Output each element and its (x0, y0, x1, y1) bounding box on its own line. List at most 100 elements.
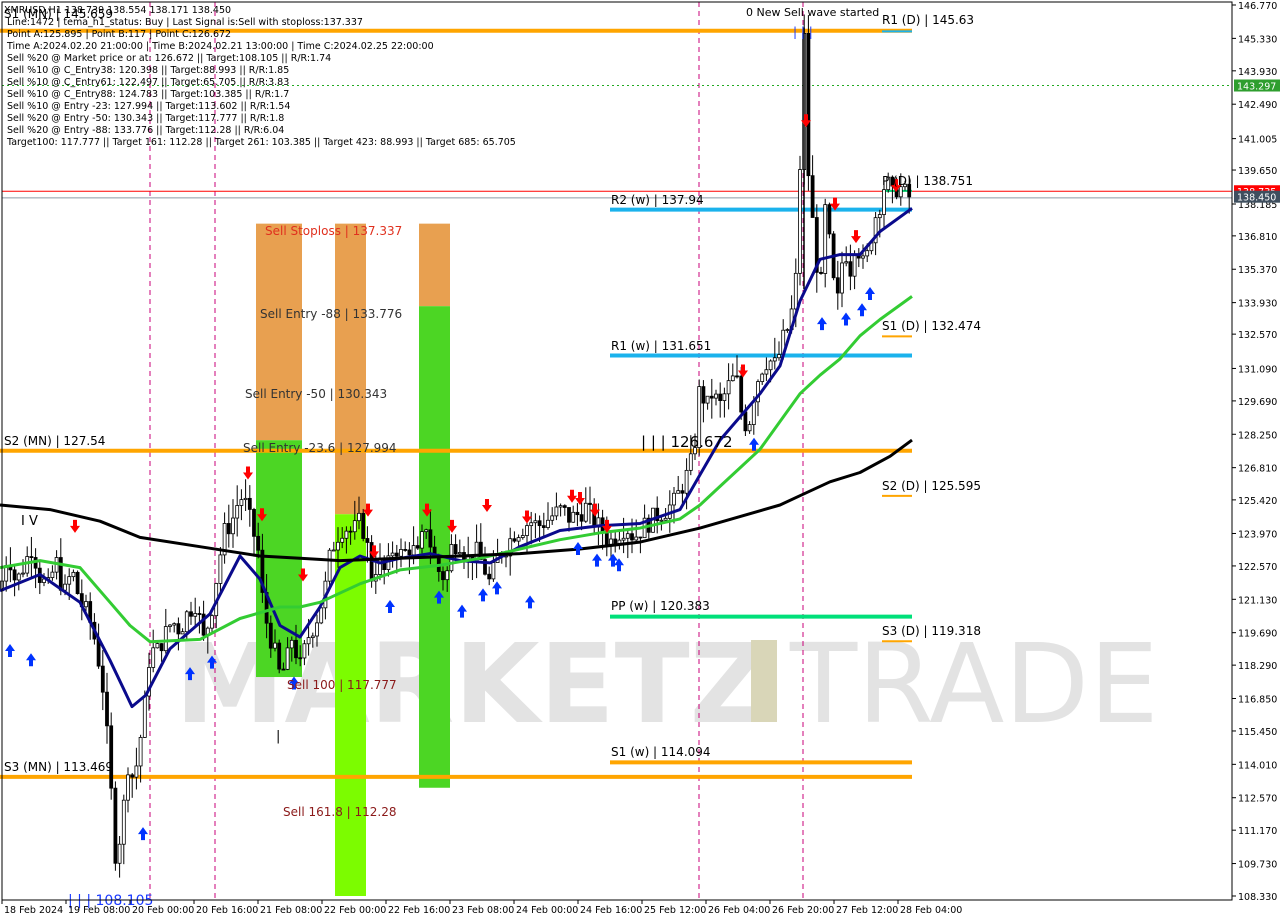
candle-body (638, 536, 643, 539)
candle-body (525, 525, 529, 536)
candle-body (25, 556, 30, 574)
y-tick-label: 109.730 (1238, 860, 1277, 871)
candle-body (407, 549, 412, 556)
candle-body (142, 695, 147, 738)
sell-zone-label: Sell Entry -50 | 130.343 (245, 387, 387, 401)
candle-body (100, 665, 105, 693)
pivot-level-label: R2 (w) | 137.94 (611, 193, 704, 207)
candle-body (768, 360, 773, 371)
pivot-level-label: S3 (MN) | 113.469 (4, 760, 113, 774)
x-tick-label: 25 Feb 12:00 (644, 905, 706, 916)
candle-body (835, 277, 840, 294)
y-tick-label: 126.810 (1238, 464, 1277, 475)
candle-body (701, 386, 706, 404)
candle-body (718, 393, 723, 401)
candle-body (441, 571, 445, 581)
y-tick-label: 108.330 (1238, 892, 1277, 903)
candle-body (180, 631, 185, 635)
candle-body (575, 511, 580, 516)
candle-body (218, 554, 223, 584)
x-tick-label: 19 Feb 08:00 (68, 905, 130, 916)
info-line: Sell %10 @ C_Entry38: 120.398 || Target:… (7, 65, 289, 76)
candle-body (138, 737, 143, 767)
pivot-level-label: S2 (D) | 125.595 (882, 479, 981, 493)
candle-body (159, 643, 164, 652)
candle-body (743, 411, 748, 432)
candle-body (117, 843, 122, 864)
candle-body (533, 520, 538, 524)
candle-body (352, 520, 357, 533)
candle-body (567, 507, 571, 523)
candle-body (562, 505, 567, 508)
candle-body (798, 169, 802, 274)
sell-zone-label: Sell 100 | 117.777 (287, 678, 397, 692)
pivot-level-label: S1 (MN) | 145.659 (4, 7, 113, 21)
target-price-label: 143.297 (1237, 82, 1276, 93)
candle-body (588, 502, 592, 505)
sell-zone-label: Sell Entry -88 | 133.776 (260, 307, 402, 321)
candle-body (487, 573, 492, 580)
candle-body (554, 506, 559, 517)
info-line: Sell %10 @ C_Entry61: 122.497 || Target:… (7, 77, 289, 88)
sell-zone-label: Sell 161.8 | 112.28 (283, 805, 397, 819)
x-tick-label: 27 Feb 12:00 (836, 905, 898, 916)
candle-body (571, 511, 576, 523)
bid-price-label: 138.450 (1237, 193, 1276, 204)
candle-body (844, 261, 849, 264)
candle-body (134, 765, 139, 778)
x-tick-label: 22 Feb 00:00 (324, 905, 386, 916)
candle-body (722, 393, 727, 401)
candle-body (785, 329, 790, 331)
watermark-right: TRADE (789, 620, 1159, 748)
candle-body (340, 537, 345, 543)
candle-body (663, 517, 668, 521)
sell-zone (419, 223, 450, 307)
info-line: Target100: 117.777 || Target 161: 112.28… (6, 137, 516, 148)
candle-body (810, 175, 815, 218)
info-line: Point A:125.895 | Point B:117 | Point C:… (7, 29, 231, 40)
candle-body (151, 647, 156, 668)
y-tick-label: 141.005 (1238, 135, 1277, 146)
candle-body (634, 536, 639, 541)
candle-body (882, 189, 886, 215)
y-tick-label: 115.450 (1238, 727, 1277, 738)
candle-body (285, 647, 290, 670)
candle-body (172, 623, 177, 626)
sell-zone-label: Sell Stoploss | 137.337 (265, 224, 402, 238)
candle-body (155, 643, 160, 649)
candle-body (546, 519, 550, 528)
y-tick-label: 111.170 (1238, 826, 1277, 837)
sell-zone (335, 223, 366, 515)
candle-body (197, 613, 202, 615)
candle-body (659, 519, 664, 522)
chart-container: MARKETZ TRADE XMRUSD,H1 138.739 138.554 1… (0, 0, 1280, 920)
xmrusd-h1-chart: MARKETZ TRADE XMRUSD,H1 138.739 138.554 1… (0, 0, 1280, 920)
candle-body (327, 549, 332, 582)
candle-body (29, 556, 34, 558)
pivot-level-label: P (D) | 138.751 (882, 174, 973, 188)
wave-label-iv: I V (21, 514, 38, 529)
candle-body (823, 204, 828, 274)
candle-body (239, 499, 244, 506)
candle-body (579, 514, 584, 522)
y-tick-label: 112.570 (1238, 794, 1277, 805)
info-line: Sell %10 @ C_Entry88: 124.783 || Target:… (7, 89, 289, 100)
candle-body (298, 657, 303, 660)
x-tick-label: 26 Feb 20:00 (772, 905, 834, 916)
info-line: Sell %20 @ Market price or at: 126.672 |… (7, 53, 331, 64)
candle-body (281, 668, 286, 671)
x-tick-label: 26 Feb 04:00 (708, 905, 770, 916)
candle-body (840, 262, 844, 294)
y-tick-label: 143.930 (1238, 67, 1277, 78)
candle-body (672, 492, 676, 506)
candle-body (109, 725, 114, 789)
y-tick-label: 132.570 (1238, 330, 1277, 341)
candle-body (537, 520, 542, 527)
x-tick-label: 18 Feb 2024 (4, 905, 63, 916)
candle-body (898, 186, 903, 198)
candle-body (457, 552, 462, 555)
candle-body (75, 571, 80, 595)
y-tick-label: 125.420 (1238, 496, 1277, 507)
candle-body (852, 254, 857, 277)
candle-body (273, 642, 277, 649)
